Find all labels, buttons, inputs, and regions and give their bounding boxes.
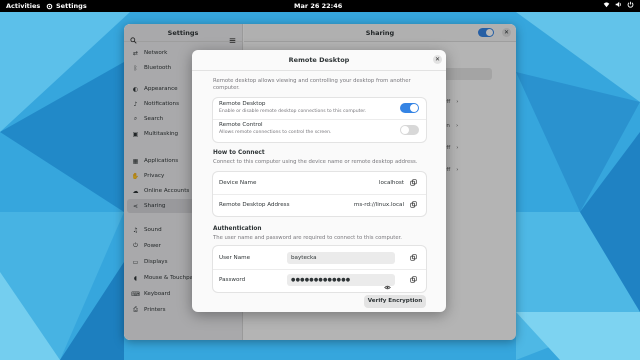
gear-icon [46, 3, 53, 9]
power-icon [627, 1, 634, 8]
remote-desktop-toggle[interactable] [400, 103, 419, 113]
copy-address-button[interactable] [408, 199, 419, 210]
remote-desktop-dialog: Remote Desktop ✕ Remote desktop allows v… [192, 50, 446, 312]
dialog-close-button[interactable]: ✕ [433, 55, 442, 64]
how-to-connect-heading: How to Connect [213, 150, 265, 156]
copy-icon [410, 179, 417, 186]
password-label: Password [219, 277, 246, 283]
dialog-header-divider [192, 70, 446, 71]
activities-button[interactable]: Activities [6, 2, 40, 10]
eye-icon [384, 285, 391, 290]
password-field[interactable]: ●●●●●●●●●●●●● [287, 274, 395, 286]
row-divider [213, 269, 426, 270]
top-bar: Activities Settings Mar 26 22:46 [0, 0, 640, 12]
remote-control-title: Remote Control [219, 122, 263, 128]
network-icon [603, 2, 610, 8]
remote-control-subtitle: Allows remote connections to control the… [219, 130, 332, 135]
dialog-title: Remote Desktop [288, 56, 350, 64]
system-status-menu[interactable] [603, 1, 634, 8]
copy-icon [410, 276, 417, 283]
row-divider [213, 194, 426, 195]
remote-desktop-card: Remote Desktop Enable or disable remote … [213, 98, 426, 142]
authentication-heading: Authentication [213, 226, 262, 232]
dialog-description: Remote desktop allows viewing and contro… [213, 78, 411, 91]
copy-device-name-button[interactable] [408, 177, 419, 188]
remote-desktop-subtitle: Enable or disable remote desktop connect… [219, 109, 367, 114]
password-dots: ●●●●●●●●●●●●● [291, 277, 351, 283]
username-label: User Name [219, 255, 251, 261]
verify-encryption-button[interactable]: Verify Encryption [364, 295, 426, 308]
remote-desktop-title: Remote Desktop [219, 101, 266, 107]
reveal-password-button[interactable] [384, 276, 391, 295]
address-label: Remote Desktop Address [219, 202, 290, 208]
close-icon: ✕ [434, 56, 441, 63]
row-divider [213, 119, 426, 120]
app-name: Settings [56, 2, 87, 10]
app-menu[interactable]: Settings [46, 2, 87, 10]
remote-control-toggle[interactable] [400, 125, 419, 135]
address-value: ms-rd://linux.local [353, 202, 404, 208]
clock[interactable]: Mar 26 22:46 [294, 2, 342, 10]
how-to-connect-description: Connect to this computer using the devic… [213, 159, 418, 165]
copy-password-button[interactable] [408, 274, 419, 285]
copy-icon [410, 254, 417, 261]
copy-username-button[interactable] [408, 252, 419, 263]
copy-icon [410, 201, 417, 208]
device-name-value: localhost [378, 180, 404, 186]
device-name-label: Device Name [219, 180, 257, 186]
username-field[interactable]: baytecka [287, 252, 395, 264]
authentication-card: User Name baytecka Password ●●●●●●●●●●●●… [213, 246, 426, 292]
authentication-description: The user name and password are required … [213, 235, 402, 241]
volume-icon [615, 1, 621, 8]
connection-card: Device Name localhost Remote Desktop Add… [213, 172, 426, 216]
